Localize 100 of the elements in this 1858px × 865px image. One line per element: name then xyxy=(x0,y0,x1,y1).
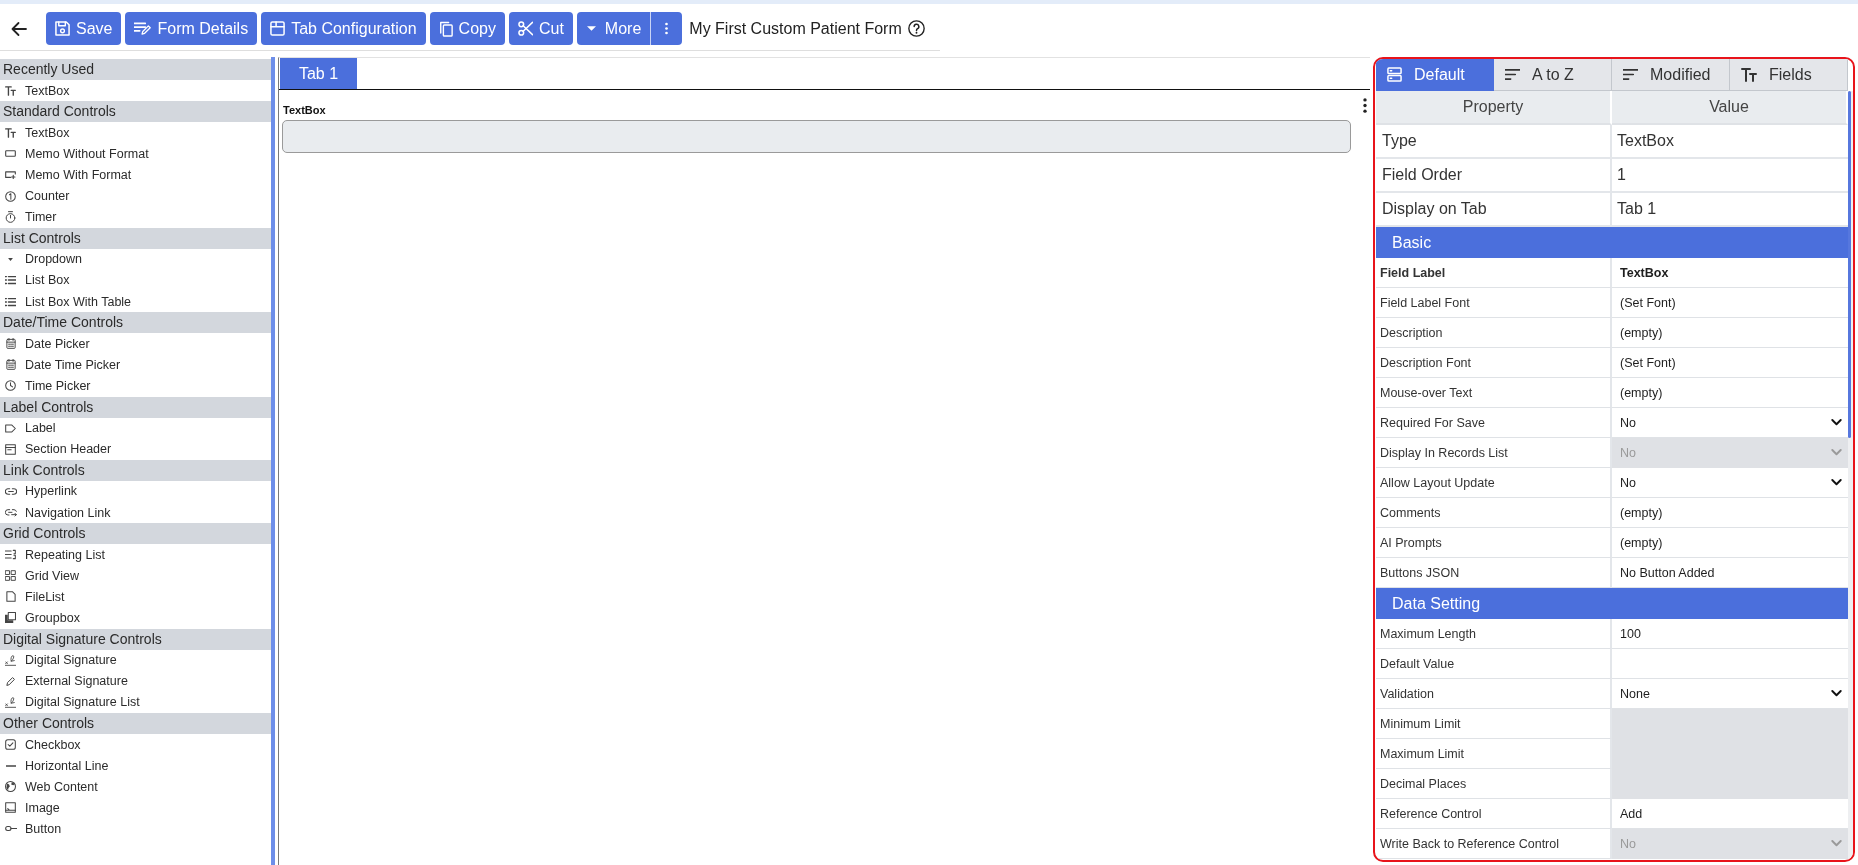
section-header: Data Setting xyxy=(1376,588,1848,619)
checkbox-icon xyxy=(5,739,16,751)
sort-icon xyxy=(1505,69,1520,80)
save-button[interactable]: Save xyxy=(46,12,122,45)
property-name: Reference Control xyxy=(1376,799,1612,829)
stopwatch-icon xyxy=(5,211,16,224)
group-header: Recently Used xyxy=(0,59,271,81)
palette-item[interactable]: Timer xyxy=(0,206,271,228)
caret-icon xyxy=(8,257,13,261)
clock-icon xyxy=(5,380,16,392)
palette-item[interactable]: Digital Signature List xyxy=(0,691,271,713)
chevron-down-icon xyxy=(1831,840,1842,847)
list-icon xyxy=(5,296,16,307)
link-icon xyxy=(4,487,17,495)
palette-item[interactable]: External Signature xyxy=(0,670,271,692)
back-arrow-icon[interactable] xyxy=(11,20,27,37)
palette-item[interactable]: Horizontal Line xyxy=(0,755,271,777)
palette-item[interactable]: Grid View xyxy=(0,565,271,587)
scrollbar-track[interactable] xyxy=(1848,91,1853,860)
palette-item[interactable]: Date Time Picker xyxy=(0,354,271,376)
group-header: List Controls xyxy=(0,227,271,249)
property-name: Default Value xyxy=(1376,649,1612,679)
more-options-button[interactable] xyxy=(650,12,683,45)
palette-item[interactable]: Repeating List xyxy=(0,544,271,566)
chevron-down-icon xyxy=(1831,419,1842,426)
palette-item[interactable]: Memo Without Format xyxy=(0,143,271,165)
palette-item[interactable]: List Box With Table xyxy=(0,291,271,313)
palette-item[interactable]: Checkbox xyxy=(0,734,271,756)
pill-icon xyxy=(4,825,17,833)
palette-item[interactable]: Digital Signature xyxy=(0,649,271,671)
group-header: Date/Time Controls xyxy=(0,312,271,334)
form-title: My First Custom Patient Form xyxy=(689,19,902,38)
palette-item[interactable]: TextBox xyxy=(0,80,271,102)
property-name: Description xyxy=(1376,318,1612,348)
palette-item[interactable]: Section Header xyxy=(0,438,271,460)
tab-window-icon xyxy=(270,21,286,36)
palette-item[interactable]: Web Content xyxy=(0,776,271,798)
sort-icon xyxy=(1623,69,1638,80)
property-name: Description Font xyxy=(1376,348,1612,378)
palette-item[interactable]: FileList xyxy=(0,586,271,608)
text-size-icon xyxy=(1741,67,1757,82)
circled-one-icon xyxy=(5,190,16,202)
palette-item[interactable]: Counter xyxy=(0,185,271,207)
property-name: Type xyxy=(1376,125,1612,159)
form-tab[interactable]: Tab 1 xyxy=(280,58,357,89)
palette-item[interactable]: Image xyxy=(0,797,271,819)
property-name: Field Label Font xyxy=(1376,288,1612,318)
link-arrow-icon xyxy=(4,508,17,517)
group-header: Label Controls xyxy=(0,396,271,418)
palette-item[interactable]: Button xyxy=(0,818,271,840)
kebab-menu-icon[interactable] xyxy=(1363,98,1367,113)
group-header: Link Controls xyxy=(0,459,271,481)
palette-item[interactable]: List Box xyxy=(0,269,271,292)
palette-item[interactable]: Time Picker xyxy=(0,375,271,397)
panel-tab[interactable]: Default xyxy=(1376,59,1494,91)
form-details-button[interactable]: Form Details xyxy=(125,12,258,45)
more-button[interactable]: More xyxy=(576,12,651,45)
calendar-icon xyxy=(5,338,16,350)
property-name: Mouse-over Text xyxy=(1376,378,1612,408)
copy-icon xyxy=(438,20,453,37)
panel-tab[interactable]: A to Z xyxy=(1494,59,1612,91)
save-icon xyxy=(55,21,70,36)
palette-item[interactable]: Memo With Format xyxy=(0,164,271,186)
property-name: Validation xyxy=(1376,679,1612,709)
palette-item[interactable]: TextBox xyxy=(0,122,271,144)
help-icon[interactable] xyxy=(907,20,925,37)
text-size-icon xyxy=(5,85,16,96)
property-name: Required For Save xyxy=(1376,408,1612,438)
cut-button[interactable]: Cut xyxy=(508,12,573,45)
input-field[interactable] xyxy=(282,120,1351,153)
image-icon xyxy=(5,802,16,814)
signature-icon xyxy=(5,654,16,666)
column-header: Property xyxy=(1376,91,1612,125)
tab-configuration-button[interactable]: Tab Configuration xyxy=(261,12,426,45)
pen-icon xyxy=(5,676,16,687)
field-label: TextBox xyxy=(283,104,326,116)
edit-list-icon xyxy=(134,22,152,35)
scrollbar-thumb[interactable] xyxy=(1848,91,1851,438)
line-icon xyxy=(5,764,16,767)
resize-handle[interactable] xyxy=(271,57,275,865)
property-name: Field Label xyxy=(1376,258,1612,288)
palette-item[interactable]: Navigation Link xyxy=(0,501,271,524)
globe-icon xyxy=(5,781,16,793)
panel-tab[interactable]: Fields xyxy=(1730,59,1848,91)
document-icon xyxy=(5,591,16,603)
palette-item[interactable]: Dropdown xyxy=(0,248,271,270)
property-name: Allow Layout Update xyxy=(1376,468,1612,498)
copy-button[interactable]: Copy xyxy=(429,12,505,45)
chevron-down-icon xyxy=(1831,690,1842,697)
palette-item[interactable]: Date Picker xyxy=(0,333,271,355)
group-header: Other Controls xyxy=(0,712,271,734)
palette-item[interactable]: Groupbox xyxy=(0,607,271,629)
signature-icon xyxy=(5,696,16,708)
window-icon xyxy=(5,443,16,455)
stacked-squares-icon xyxy=(5,612,16,624)
palette-item[interactable]: Hyperlink xyxy=(0,480,271,502)
tag-icon xyxy=(5,423,16,433)
panel-tab[interactable]: Modified xyxy=(1612,59,1730,91)
palette-item[interactable]: Label xyxy=(0,417,271,439)
lines-bracket-icon xyxy=(5,549,16,561)
